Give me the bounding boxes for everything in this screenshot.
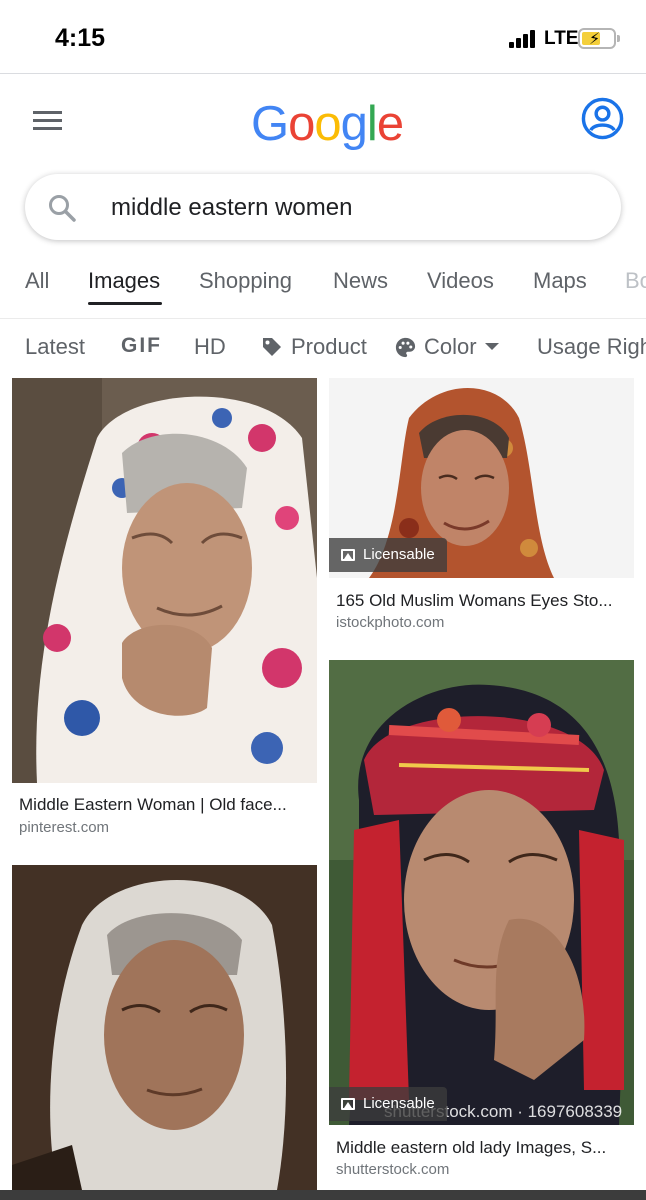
chevron-down-icon — [485, 343, 499, 350]
logo-letter: o — [314, 97, 341, 151]
result-image-woman-floral-scarf[interactable] — [12, 378, 317, 783]
network-type-label: LTE — [544, 28, 579, 49]
filter-usage-rights[interactable]: Usage Righ — [537, 334, 646, 360]
status-time: 4:15 — [55, 24, 106, 52]
result-title[interactable]: Middle eastern old lady Images, S... — [336, 1138, 628, 1158]
status-bar: 4:15 LTE ⚡ — [0, 0, 646, 74]
search-bar[interactable]: middle eastern women — [25, 174, 621, 240]
image-icon — [341, 549, 355, 561]
licensable-label: Licensable — [363, 546, 435, 563]
logo-letter: g — [340, 97, 368, 151]
bottom-edge — [0, 1190, 646, 1200]
tab-shopping[interactable]: Shopping — [199, 268, 292, 294]
result-image-woman-white-veil[interactable] — [12, 865, 317, 1190]
image-result[interactable]: Middle Eastern Woman | Old face... pinte… — [12, 378, 317, 848]
licensable-label: Licensable — [363, 1095, 435, 1112]
google-logo[interactable]: Google — [251, 96, 404, 152]
battery-charging-icon: ⚡ — [578, 28, 620, 49]
result-source: shutterstock.com — [336, 1161, 450, 1178]
result-image-woman-red-turban[interactable] — [329, 660, 634, 1125]
hamburger-menu-icon[interactable] — [33, 111, 62, 131]
image-result[interactable] — [12, 865, 317, 1190]
result-source: pinterest.com — [19, 819, 110, 836]
result-title[interactable]: Middle Eastern Woman | Old face... — [19, 795, 311, 815]
result-source: istockphoto.com — [336, 614, 445, 631]
cellular-signal-icon — [509, 30, 539, 48]
logo-letter: e — [376, 97, 404, 151]
image-icon — [341, 1098, 355, 1110]
active-tab-indicator — [88, 302, 162, 305]
licensable-badge: Licensable — [329, 1087, 447, 1121]
search-tabs: All Images Shopping News Videos Maps Bo — [0, 262, 646, 316]
filter-hd[interactable]: HD — [194, 334, 226, 360]
divider — [0, 318, 646, 319]
logo-letter: G — [251, 97, 289, 151]
image-result[interactable]: Licensable 165 Old Muslim Womans Eyes St… — [329, 378, 634, 640]
search-input[interactable]: middle eastern women — [111, 194, 352, 222]
image-result[interactable]: shutterstock.com · 1697608339 Licensable… — [329, 660, 634, 1190]
tab-images[interactable]: Images — [88, 268, 160, 294]
search-icon[interactable] — [47, 193, 77, 223]
tab-news[interactable]: News — [333, 268, 388, 294]
logo-letter: o — [288, 97, 315, 151]
filter-latest[interactable]: Latest — [25, 334, 85, 360]
filter-color[interactable]: Color — [424, 334, 477, 360]
filter-product[interactable]: Product — [291, 334, 367, 360]
logo-letter: l — [366, 97, 378, 151]
palette-icon — [395, 337, 416, 358]
tab-books[interactable]: Bo — [625, 268, 646, 294]
tab-all[interactable]: All — [25, 268, 49, 294]
result-title[interactable]: 165 Old Muslim Womans Eyes Sto... — [336, 591, 628, 611]
account-icon[interactable] — [581, 97, 624, 140]
filter-chips: Latest GIF HD Product Color Usage Righ — [0, 326, 646, 368]
tab-maps[interactable]: Maps — [533, 268, 587, 294]
filter-gif[interactable]: GIF — [121, 334, 162, 358]
tab-videos[interactable]: Videos — [427, 268, 494, 294]
tag-icon — [263, 338, 281, 356]
licensable-badge: Licensable — [329, 538, 447, 572]
